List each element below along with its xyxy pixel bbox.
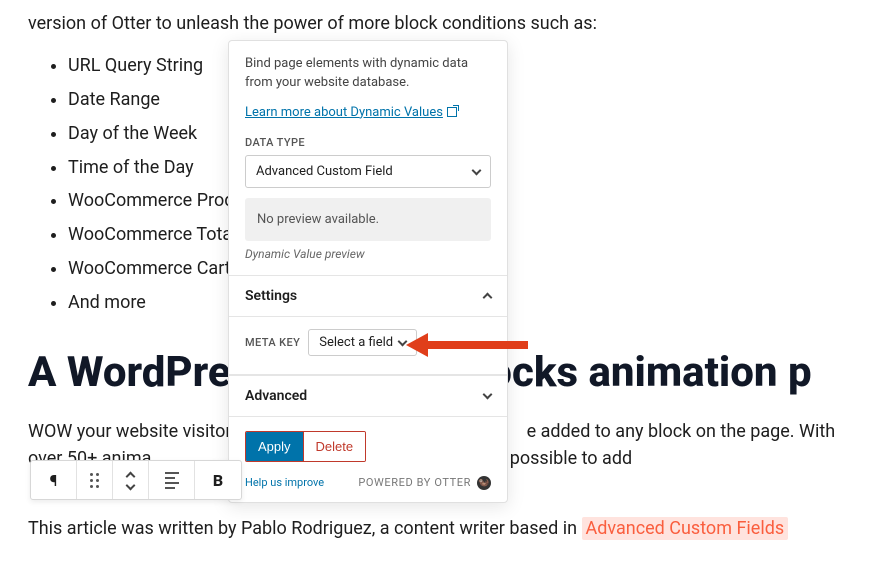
select-value: Advanced Custom Field xyxy=(256,164,393,179)
dynamic-value-highlight[interactable]: Advanced Custom Fields xyxy=(582,517,789,540)
otter-icon: 🦦 xyxy=(477,476,491,490)
heading-fragment: A WordPres xyxy=(28,348,252,397)
preview-caption: Dynamic Value preview xyxy=(245,247,491,261)
external-link-icon xyxy=(447,107,457,117)
bold-icon: B xyxy=(213,471,223,490)
pilcrow-icon: ¶ xyxy=(50,471,58,490)
powered-by-label: POWERED BY OTTER 🦦 xyxy=(358,476,491,490)
author-paragraph: This article was written by Pablo Rodrig… xyxy=(28,515,841,543)
meta-key-label: META KEY xyxy=(245,336,300,349)
preview-box: No preview available. xyxy=(245,198,491,241)
learn-more-link[interactable]: Learn more about Dynamic Values xyxy=(245,105,457,120)
section-title: Settings xyxy=(245,288,297,304)
block-toolbar: ¶ B xyxy=(30,460,242,500)
intro-text: version of Otter to unleash the power of… xyxy=(28,10,841,38)
panel-description: Bind page elements with dynamic data fro… xyxy=(245,55,491,93)
meta-key-select[interactable]: Select a field xyxy=(308,329,417,356)
data-type-select[interactable]: Advanced Custom Field xyxy=(245,155,491,188)
chevron-up-icon xyxy=(483,292,493,302)
section-title: Advanced xyxy=(245,388,307,404)
chevron-down-icon xyxy=(398,336,408,346)
drag-handle[interactable] xyxy=(77,461,113,499)
bold-button[interactable]: B xyxy=(195,461,241,499)
advanced-section-toggle[interactable]: Advanced xyxy=(229,375,507,417)
apply-button[interactable]: Apply xyxy=(246,432,303,461)
select-value: Select a field xyxy=(319,335,393,350)
action-button-group: Apply Delete xyxy=(245,431,366,462)
align-button[interactable] xyxy=(149,461,195,499)
text-fragment: WOW your website visitors xyxy=(28,421,241,442)
align-icon xyxy=(165,472,179,489)
chevron-down-icon xyxy=(472,165,482,175)
help-us-improve-link[interactable]: Help us improve xyxy=(245,476,324,489)
link-label: Learn more about Dynamic Values xyxy=(245,105,443,120)
heading-fragment: ocks animation p xyxy=(488,348,811,397)
data-type-label: DATA TYPE xyxy=(245,136,491,149)
chevron-down-icon xyxy=(483,390,493,400)
powered-text: POWERED BY OTTER xyxy=(358,476,471,489)
block-type-button[interactable]: ¶ xyxy=(31,461,77,499)
delete-button[interactable]: Delete xyxy=(303,432,366,461)
move-updown-icon xyxy=(127,470,134,491)
text-fragment: This article was written by Pablo Rodrig… xyxy=(28,518,582,539)
dynamic-values-panel: Bind page elements with dynamic data fro… xyxy=(228,40,508,503)
drag-icon xyxy=(90,473,99,488)
move-updown-button[interactable] xyxy=(113,461,149,499)
settings-section-toggle[interactable]: Settings xyxy=(229,276,507,317)
